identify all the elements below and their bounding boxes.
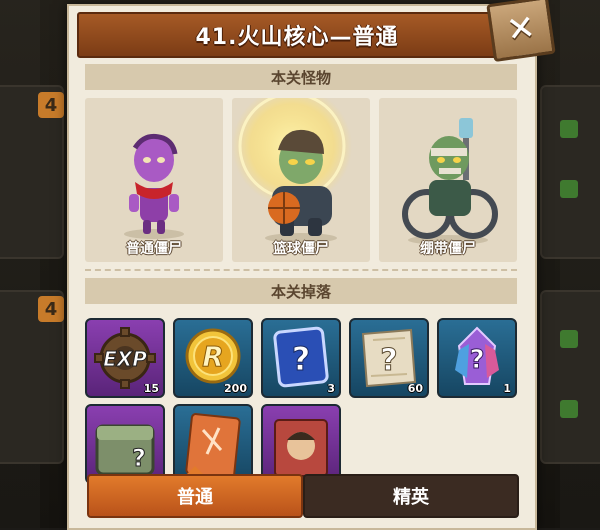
- tab-normal[interactable]: 普通: [87, 474, 303, 518]
- drop-item[interactable]: [261, 404, 341, 484]
- svg-text:R: R: [202, 340, 224, 373]
- tab-elite[interactable]: 精英: [303, 474, 519, 518]
- background-level-card: [540, 290, 600, 464]
- monsters-section-header: 本关怪物: [85, 64, 517, 90]
- drop-item[interactable]: [173, 404, 253, 484]
- drop-item[interactable]: ?: [85, 404, 165, 484]
- background-level-tag: 4: [38, 92, 64, 118]
- background-level-card: [540, 85, 600, 259]
- monster-name: 绷带僵尸: [420, 241, 476, 257]
- background-level-tag: 4: [38, 296, 64, 322]
- close-x-icon: ✕: [504, 7, 538, 51]
- monster-name: 篮球僵尸: [273, 241, 329, 257]
- tab-normal-label: 普通: [177, 487, 213, 508]
- drop-count: 15: [143, 382, 159, 395]
- dialog-title-bar: 41.火山核心—普通: [77, 12, 517, 58]
- drop-count: 60: [407, 382, 423, 395]
- background-marker-icon: [560, 400, 578, 418]
- drop-item[interactable]: ? 1: [437, 318, 517, 398]
- drop-item[interactable]: ? 3: [261, 318, 341, 398]
- tab-elite-label: 精英: [393, 487, 429, 508]
- drops-section-title: 本关掉落: [270, 282, 331, 301]
- svg-text:EXP: EXP: [103, 347, 147, 371]
- background-marker-icon: [560, 120, 578, 138]
- background-marker-icon: [560, 180, 578, 198]
- active-tab-indicator: [187, 466, 203, 474]
- monsters-section-title: 本关怪物: [270, 68, 331, 87]
- monster-name: 普通僵尸: [126, 241, 182, 257]
- drop-count: 200: [224, 382, 247, 395]
- section-divider: [85, 269, 517, 271]
- monster-card[interactable]: 篮球僵尸: [232, 98, 370, 262]
- svg-text:?: ?: [469, 345, 484, 375]
- svg-text:?: ?: [380, 343, 397, 378]
- difficulty-tab-bar: 普通 精英: [87, 466, 519, 518]
- drop-item[interactable]: EXP 15: [85, 318, 165, 398]
- svg-text:?: ?: [292, 340, 311, 378]
- drops-section-header: 本关掉落: [85, 278, 517, 304]
- background-marker-icon: [560, 330, 578, 348]
- dialog-title: 41.火山核心—普通: [195, 25, 399, 50]
- drop-count: 1: [503, 382, 511, 395]
- svg-text:?: ?: [132, 444, 146, 472]
- mystery-chest-icon: ?: [95, 424, 155, 476]
- monster-card[interactable]: 普通僵尸: [85, 98, 223, 262]
- monster-card[interactable]: 绷带僵尸: [379, 98, 517, 262]
- drop-count: 3: [327, 382, 335, 395]
- survivor-card-icon: [274, 419, 328, 477]
- close-button[interactable]: ✕: [486, 0, 556, 63]
- drop-item[interactable]: ? 60: [349, 318, 429, 398]
- drop-item[interactable]: R 200: [173, 318, 253, 398]
- stage-info-dialog: 41.火山核心—普通 本关怪物 普通僵尸 篮球僵尸 绷带僵尸 本关掉落 EXP …: [67, 4, 537, 530]
